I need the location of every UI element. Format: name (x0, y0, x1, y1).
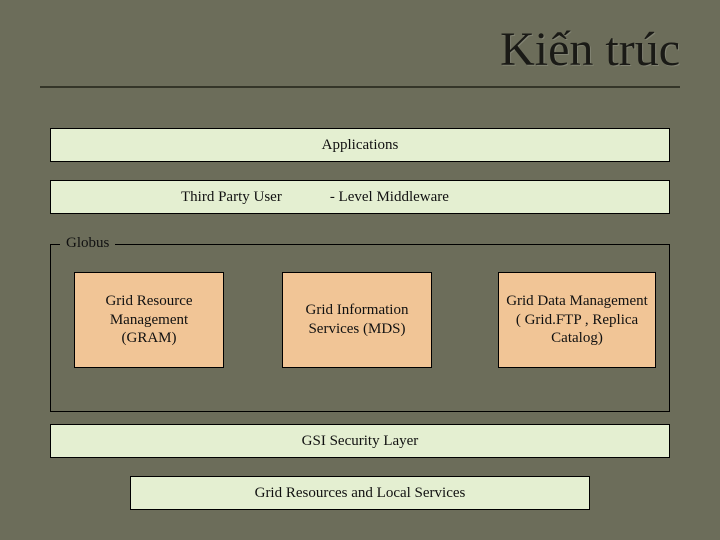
box-grid-data: Grid Data Management ( Grid.FTP , Replic… (498, 272, 656, 368)
box-gram: Grid Resource Management (GRAM) (74, 272, 224, 368)
layer-gsi: GSI Security Layer (50, 424, 670, 458)
layer-middleware: Third Party User - Level Middleware (50, 180, 670, 214)
middleware-left-text: Third Party User (181, 188, 282, 207)
layer-applications: Applications (50, 128, 670, 162)
globus-label: Globus (60, 235, 115, 252)
box-mds: Grid Information Services (MDS) (282, 272, 432, 368)
slide-title: Kiến trúc (500, 22, 680, 77)
title-underline (40, 86, 680, 88)
layer-resources: Grid Resources and Local Services (130, 476, 590, 510)
middleware-right-text: - Level Middleware (330, 188, 449, 207)
